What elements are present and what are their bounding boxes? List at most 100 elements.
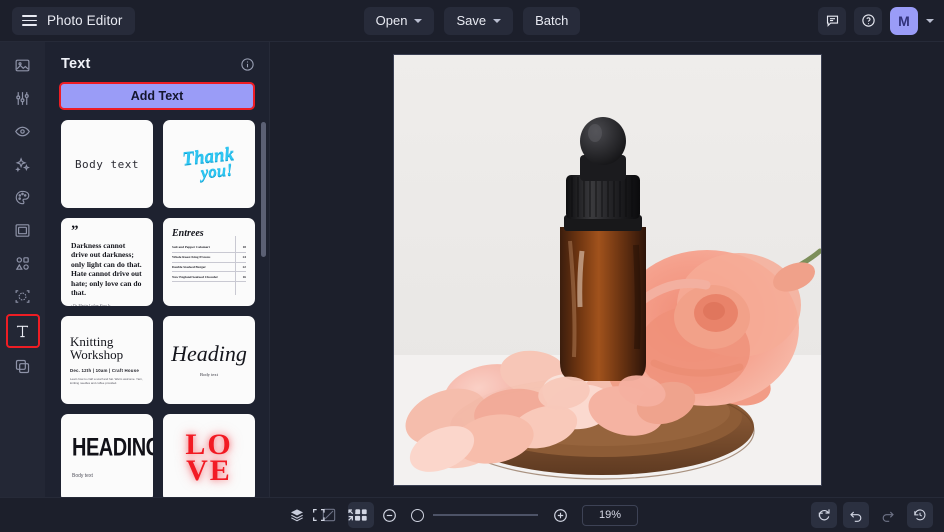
main-body: Text Add Text Body text Thank you! ” Dar… [0,42,944,497]
adjust-icon [16,91,29,105]
panel-scrollbar-thumb[interactable] [261,122,266,257]
sidebar-item-adjust[interactable] [7,83,39,113]
save-label: Save [456,13,487,28]
menu-divider [234,236,235,295]
shrink-button[interactable] [341,502,367,528]
text-template-love[interactable]: LO VE [163,414,255,497]
save-button[interactable]: Save [444,6,514,35]
reset-rotate-icon [818,509,830,521]
zoom-slider-track[interactable] [433,514,538,516]
redo-icon [882,511,894,522]
zoom-level-value[interactable]: 19% [582,504,638,526]
history-icon [914,509,926,521]
text-icon [16,325,29,337]
knitting-body: Learn how to craft a scarf and hat. Warm… [70,376,143,385]
zoom-out-icon [382,508,396,522]
app-root: Photo Editor Open Save Batch M Text Add … [0,0,944,532]
top-right-actions: M [818,6,934,35]
heading-bold-body: Body text [72,473,93,479]
history-button[interactable] [907,502,933,528]
knitting-title-line1: Knitting [70,334,114,350]
batch-button[interactable]: Batch [523,6,581,35]
sidebar-item-retouch[interactable] [7,116,39,146]
knitting-subtitle: Dec. 12th | 10am | Craft House [70,367,139,373]
fit-screen-button[interactable] [306,502,332,528]
app-title: Photo Editor [47,13,123,28]
account-chevron-down-icon[interactable] [926,18,934,23]
menu-item-name: Double Stacked Burger [172,264,206,269]
shrink-icon [348,509,360,521]
sidebar-item-cutout[interactable] [7,281,39,311]
heading-script-body: Body text [200,372,218,377]
top-center-actions: Open Save Batch [0,6,944,35]
text-template-body-text[interactable]: Body text [61,120,153,208]
sparkle-icon [15,156,30,172]
text-panel: Text Add Text Body text Thank you! ” Dar… [45,42,270,497]
help-button[interactable] [854,6,882,35]
layers-icon [291,509,303,522]
chevron-down-icon [493,18,502,23]
text-template-menu[interactable]: Entrees Salt and Pepper Calamari 18 Whol… [163,218,255,306]
info-icon [241,57,254,71]
bottom-bar: 19% [0,497,944,532]
top-bar: Photo Editor Open Save Batch M [0,0,944,42]
template-preview: Thank you! [181,144,237,182]
info-button[interactable] [240,57,255,72]
menu-item-price: 16 [242,274,246,279]
comment-icon [826,15,838,27]
layers-copy-icon [15,359,30,373]
hamburger-icon[interactable] [22,15,37,26]
text-template-grid: Body text Thank you! ” Darkness cannot d… [45,120,269,497]
template-label: Body text [74,157,140,171]
text-template-quote[interactable]: ” Darkness cannot drive out darkness; on… [61,218,153,306]
sidebar-item-text[interactable] [5,314,40,348]
bottom-right-tools [811,502,933,528]
undo-button[interactable] [843,502,869,528]
quote-mark-icon: ” [71,223,79,239]
sidebar-item-color[interactable] [7,182,39,212]
zoom-in-icon [553,508,567,522]
reset-button[interactable] [811,502,837,528]
open-button[interactable]: Open [363,6,435,35]
batch-label: Batch [535,13,569,28]
sidebar-item-frames[interactable] [7,215,39,245]
add-text-wrapper: Add Text [45,80,269,120]
menu-item-price: 24 [242,255,246,260]
redo-button[interactable] [875,502,901,528]
text-template-heading-script[interactable]: Heading Body text [163,316,255,404]
canvas-area[interactable] [270,42,944,497]
heading-bold-title: HEADING [72,434,153,462]
menu-item-name: Salt and Pepper Calamari [172,245,210,250]
zoom-slider-knob[interactable] [411,508,424,522]
menu-item-price: 22 [242,264,246,269]
menu-item-name: New England Seafood Chowder [172,274,219,279]
add-text-button[interactable]: Add Text [59,82,255,110]
love-preview: LO VE [185,429,232,486]
sidebar-item-effects[interactable] [7,149,39,179]
sidebar-item-overlays[interactable] [7,351,39,381]
text-template-thank-you[interactable]: Thank you! [163,120,255,208]
text-template-heading-bold[interactable]: HEADING Body text [61,414,153,497]
page-title: Text [61,56,91,72]
image-icon [15,59,30,71]
open-label: Open [375,13,408,28]
avatar[interactable]: M [890,6,918,35]
sidebar-item-elements[interactable] [7,248,39,278]
zoom-in-button[interactable] [547,502,573,528]
comment-button[interactable] [818,6,846,35]
bottom-center-tools: 19% [0,502,944,528]
fit-screen-icon [313,509,325,521]
text-template-knitting-workshop[interactable]: Knitting Workshop Dec. 12th | 10am | Cra… [61,316,153,404]
frame-icon [15,223,30,237]
canvas-photo[interactable] [393,54,821,485]
undo-icon [850,511,862,522]
help-circle-icon [861,14,875,27]
tool-rail [0,42,45,497]
sidebar-item-image[interactable] [7,50,39,80]
app-menu-button[interactable]: Photo Editor [12,6,135,35]
eye-icon [15,126,30,136]
palette-icon [15,190,30,204]
zoom-out-button[interactable] [376,502,402,528]
quote-attribution: - Dr. Martin Luther King Jr. [71,303,112,306]
menu-item-name: Whole Roast King Prawns [172,255,211,260]
